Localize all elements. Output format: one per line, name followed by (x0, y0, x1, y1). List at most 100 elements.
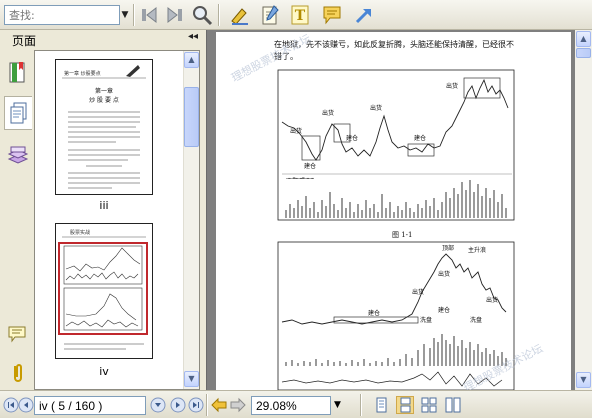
text-tool-button[interactable]: T (288, 3, 312, 27)
pages-icon (10, 102, 26, 124)
search-dropdown-icon[interactable]: ▼ (120, 5, 130, 25)
status-separator (206, 394, 208, 416)
scroll-down-button[interactable]: ▼ (184, 371, 199, 387)
facing-pages-icon (421, 397, 437, 413)
page-iv-preview: 股票实战 (58, 229, 148, 350)
chart-annotation: 建仓 (346, 134, 358, 142)
thumb-subheading-text: 炒 股 要 点 (89, 96, 119, 104)
figure-2-chart: 建仓 出货 出货 洗盘 洗盘 建仓 出货 主升浪 顶部 (277, 241, 515, 390)
next-page-button[interactable] (169, 396, 187, 414)
chart-annotation: 建仓 (438, 306, 450, 314)
previous-page-button[interactable] (17, 396, 35, 414)
arrow-icon (355, 8, 371, 24)
page-iii-preview: 第一章 炒股要点 第一章 炒 股 要 点 (62, 65, 146, 189)
tab-bookmarks[interactable] (4, 56, 32, 90)
find-next-button[interactable] (163, 3, 187, 27)
status-separator (360, 394, 362, 416)
document-scrollbar[interactable]: ▲ ▼ (575, 30, 592, 390)
chart-annotation: 建仓 (414, 134, 426, 142)
thumbnail-list[interactable]: 第一章 炒股要点 第一章 炒 股 要 点 iii 股票实战 iv ▲ ▼ (34, 50, 200, 390)
comments-icon (8, 326, 26, 343)
scroll-thumb[interactable] (184, 87, 199, 147)
single-page-icon (376, 397, 387, 413)
notes-button[interactable] (258, 3, 282, 27)
speech-bubble-icon (323, 6, 341, 25)
chevron-down-icon (150, 397, 166, 413)
paperclip-icon (14, 364, 22, 382)
tab-pages[interactable] (4, 96, 32, 130)
search-magnifier-button[interactable] (190, 3, 214, 27)
panel-title: 页面 (12, 34, 37, 48)
magnifier-icon (193, 6, 213, 26)
chart-annotation: 出货 (412, 288, 424, 296)
continuous-facing-icon (445, 397, 461, 413)
thumbnail-scrollbar[interactable]: ▲ ▼ (183, 51, 199, 389)
page-dropdown-button[interactable] (149, 396, 167, 414)
toolbar: ▼ T (0, 0, 592, 30)
page-thumbnail-iv[interactable]: 股票实战 (55, 223, 153, 359)
search-input[interactable] (4, 5, 120, 25)
chart-annotation: 顶部 (442, 244, 454, 252)
zoom-field[interactable] (251, 396, 331, 415)
next-page-icon (170, 397, 186, 413)
layers-icon (7, 146, 29, 164)
page-number-field[interactable] (34, 396, 146, 415)
last-page-button[interactable] (187, 396, 205, 414)
highlight-button[interactable] (228, 3, 252, 27)
thumbnail-label: iii (99, 199, 109, 212)
tab-layers[interactable] (4, 138, 32, 172)
tab-comments[interactable] (4, 318, 32, 352)
tab-attachments[interactable] (4, 356, 32, 390)
chart-annotation: 出货 (438, 270, 450, 278)
comment-button[interactable] (320, 3, 344, 27)
single-page-view-button[interactable] (372, 396, 390, 414)
chart-annotation: 出货 (322, 109, 334, 117)
forward-arrow-icon (230, 397, 246, 413)
thumb-chapter-text: 第一章 (95, 87, 113, 95)
scroll-up-button[interactable]: ▲ (184, 52, 199, 68)
go-back-button[interactable] (210, 396, 228, 414)
doc-scroll-up-button[interactable]: ▲ (576, 31, 591, 47)
chart-annotation: 出货 (370, 104, 382, 112)
chart-annotation: 出货 (446, 82, 458, 90)
notepad-icon (262, 5, 279, 25)
svg-text:T: T (295, 8, 306, 24)
document-view[interactable]: 在地狱，先不该赚亏，如此反复折腾，头脑还能保持清醒，已经很不 错了。 ▁▂▁▃▂… (206, 30, 592, 390)
chart-annotation: 洗盘 (470, 316, 482, 324)
go-forward-button[interactable] (229, 396, 247, 414)
figure-1-chart: ▁▂▁▃▂▁▂▃▁▂▁▂ 出货 出货 出货 建仓 建仓 建仓 出货 图 1-1 (277, 69, 515, 239)
find-prev-icon (142, 6, 157, 24)
panel-header: 页面 ◂◂ (0, 30, 204, 48)
back-arrow-icon (211, 397, 227, 413)
toolbar-separator (133, 4, 135, 26)
chart-annotation: 主升浪 (468, 246, 486, 254)
pages-panel: 页面 ◂◂ 第一章 炒股要点 第一章 炒 股 要 点 iii 股票实战 iv ▲… (0, 30, 204, 390)
reader-window: { "toolbar": { "search": { "placeholder"… (0, 0, 592, 418)
zoom-dropdown-icon[interactable]: ▼ (334, 400, 341, 410)
continuous-view-button[interactable] (396, 396, 414, 414)
side-tab-strip (0, 50, 34, 390)
facing-view-button[interactable] (420, 396, 438, 414)
document-page: 在地狱，先不该赚亏，如此反复折腾，头脑还能保持清醒，已经很不 错了。 ▁▂▁▃▂… (216, 32, 571, 390)
collapse-panel-button[interactable]: ◂◂ (188, 31, 198, 42)
figure-caption: 图 1-1 (392, 231, 413, 239)
page-content: 在地狱，先不该赚亏，如此反复折腾，头脑还能保持清醒，已经很不 错了。 ▁▂▁▃▂… (229, 32, 545, 390)
chart-annotation: 建仓 (304, 162, 316, 170)
doc-scroll-thumb[interactable] (576, 48, 591, 58)
chart-annotation: 出货 (290, 127, 302, 135)
thumb-header-text: 股票实战 (70, 229, 90, 236)
find-previous-button[interactable] (137, 3, 161, 27)
bookmark-book-icon (9, 62, 25, 83)
page-thumbnail-iii[interactable]: 第一章 炒股要点 第一章 炒 股 要 点 (55, 59, 153, 195)
thumb-header-text: 第一章 炒股要点 (64, 70, 101, 77)
toolbar-separator (218, 4, 220, 26)
doc-scroll-down-button[interactable]: ▼ (576, 372, 591, 388)
text-t-icon: T (291, 5, 309, 25)
chart-annotation: 出货 (486, 296, 498, 304)
svg-text:▁▂▁▃▂▁▂▃▁▂▁▂: ▁▂▁▃▂▁▂▃▁▂▁▂ (285, 175, 314, 179)
continuous-facing-view-button[interactable] (444, 396, 462, 414)
arrow-tool-button[interactable] (352, 3, 376, 27)
chart-annotation: 建仓 (368, 309, 380, 317)
continuous-pages-icon (400, 397, 411, 413)
chart-annotation: 洗盘 (420, 316, 432, 324)
